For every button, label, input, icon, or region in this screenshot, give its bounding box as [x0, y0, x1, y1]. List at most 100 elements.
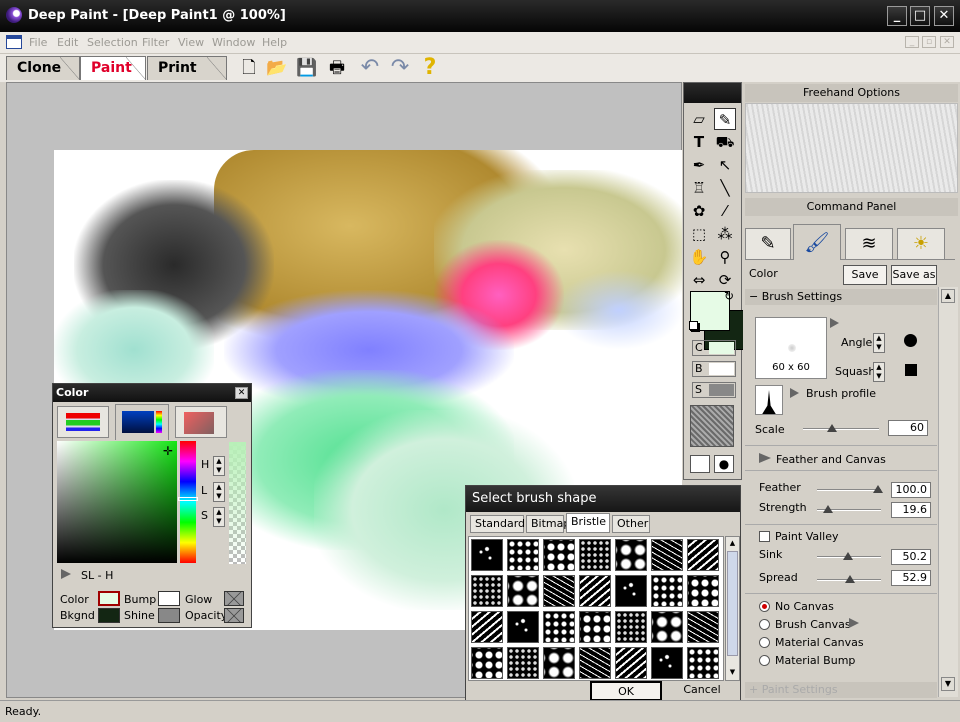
default-colors-icon[interactable] — [689, 321, 698, 330]
stamp-icon[interactable]: ♖ — [688, 177, 710, 199]
marquee-mode-icon[interactable] — [690, 455, 710, 473]
menu-window[interactable]: Window — [212, 36, 255, 49]
line-icon[interactable]: ╲ — [714, 177, 736, 199]
brush-preview-arrow-icon[interactable] — [830, 318, 839, 328]
feather-field[interactable]: 100.0 — [891, 482, 931, 498]
brush-grid-scrollbar[interactable]: ▲ ▼ — [725, 536, 740, 681]
swap-colors-icon[interactable]: ↻ — [724, 289, 734, 303]
material-canvas-radio[interactable] — [759, 637, 770, 648]
open-icon[interactable]: 📂 — [266, 57, 288, 79]
color-window-title[interactable]: Color — [53, 384, 251, 402]
texture-swatch[interactable] — [690, 405, 734, 447]
fill-icon[interactable]: ⛟ — [714, 131, 736, 153]
feather-canvas-arrow-icon[interactable] — [759, 453, 771, 463]
mode-arrow-icon[interactable] — [61, 569, 71, 579]
brush-profile-icon[interactable] — [755, 385, 783, 415]
tab-print[interactable]: Print — [147, 56, 227, 80]
print-icon[interactable]: 🖶 — [326, 57, 348, 79]
brush-shape-thumbnail[interactable] — [507, 611, 539, 643]
opacity-slider[interactable] — [229, 442, 246, 564]
brush-shape-thumbnail[interactable] — [471, 611, 503, 643]
brush-profile-arrow-icon[interactable] — [790, 388, 799, 398]
brush-settings-header[interactable]: − Brush Settings — [745, 289, 937, 305]
brush-shape-thumbnail[interactable] — [543, 611, 575, 643]
tab-standard[interactable]: Standard — [470, 515, 525, 533]
angle-spinner[interactable]: ▲ ▼ — [873, 333, 885, 353]
brush-preview[interactable]: 60 x 60 — [755, 317, 827, 379]
color-field[interactable] — [57, 441, 177, 563]
eyedropper-icon[interactable]: ⁄ — [714, 200, 736, 222]
maximize-button[interactable]: □ — [910, 6, 930, 26]
brush-shape-thumbnail[interactable] — [615, 647, 647, 679]
bump-swatch[interactable] — [158, 591, 180, 606]
move-icon[interactable]: ⇔ — [688, 269, 710, 291]
brush-shape-thumbnail[interactable] — [579, 539, 611, 571]
brush-shape-thumbnail[interactable] — [651, 539, 683, 571]
s-spinner[interactable]: ▲ ▼ — [213, 507, 225, 527]
save-button[interactable]: Save — [843, 265, 887, 285]
tab-bristle[interactable]: Bristle — [566, 513, 610, 533]
brush-shape-thumbnail[interactable] — [615, 611, 647, 643]
shine-swatch-row[interactable]: S — [692, 382, 736, 398]
toolbox-grip[interactable] — [684, 83, 741, 103]
lightbulb-tab-icon[interactable]: ☀ — [897, 228, 945, 260]
paint-settings-header[interactable]: + Paint Settings — [745, 682, 937, 698]
brush-shape-thumbnail[interactable] — [687, 611, 719, 643]
help-icon[interactable]: ? — [419, 57, 441, 79]
menu-selection[interactable]: Selection — [87, 36, 138, 49]
brush-shape-thumbnail[interactable] — [651, 647, 683, 679]
mdi-restore-button[interactable]: ▫ — [922, 36, 936, 48]
menu-view[interactable]: View — [178, 36, 204, 49]
l-spinner[interactable]: ▲ ▼ — [213, 482, 225, 502]
mask-mode-icon[interactable]: ● — [714, 455, 734, 473]
brush-shape-thumbnail[interactable] — [579, 575, 611, 607]
shine-swatch[interactable] — [158, 608, 180, 623]
brush-shape-title[interactable]: Select brush shape — [466, 486, 740, 512]
hand-icon[interactable]: ✋ — [688, 246, 710, 268]
feather-slider-thumb[interactable] — [873, 485, 883, 493]
hsl-tab-icon[interactable] — [115, 404, 169, 440]
spread-field[interactable]: 52.9 — [891, 570, 931, 586]
brush-canvas-arrow-icon[interactable] — [849, 618, 859, 628]
zoom-icon[interactable]: ⚲ — [714, 246, 736, 268]
color-window-close-icon[interactable]: ✕ — [235, 387, 248, 399]
document-icon[interactable] — [6, 35, 22, 49]
h-spinner[interactable]: ▲ ▼ — [213, 456, 225, 476]
text-icon[interactable]: T — [688, 131, 710, 153]
minimize-button[interactable]: _ — [887, 6, 907, 26]
rotate-icon[interactable]: ⟳ — [714, 269, 736, 291]
brush-shape-thumbnail[interactable] — [543, 647, 575, 679]
brush-shape-thumbnail[interactable] — [687, 647, 719, 679]
color-swatch[interactable] — [98, 591, 120, 606]
clone-icon[interactable]: ✿ — [688, 200, 710, 222]
brush-shape-thumbnail[interactable] — [579, 611, 611, 643]
save-as-button[interactable]: Save as — [891, 265, 937, 285]
opacity-swatch[interactable] — [224, 608, 244, 623]
cancel-button[interactable]: Cancel — [666, 681, 738, 701]
menu-file[interactable]: File — [29, 36, 47, 49]
strength-field[interactable]: 19.6 — [891, 502, 931, 518]
brush-shape-thumbnail[interactable] — [471, 575, 503, 607]
feather-and-canvas-label[interactable]: Feather and Canvas — [776, 453, 886, 466]
sink-slider-thumb[interactable] — [843, 552, 853, 560]
brush-shape-thumbnail[interactable] — [615, 575, 647, 607]
scale-slider[interactable] — [803, 428, 879, 430]
brush-shape-thumbnail[interactable] — [507, 647, 539, 679]
eraser-icon[interactable]: ▱ — [688, 108, 710, 130]
no-canvas-radio[interactable] — [759, 601, 770, 612]
squash-spinner[interactable]: ▲ ▼ — [873, 362, 885, 382]
hue-slider[interactable] — [178, 441, 198, 563]
squash-square-icon[interactable] — [905, 364, 917, 376]
brush-shape-thumbnail[interactable] — [687, 575, 719, 607]
marquee-icon[interactable]: ⬚ — [688, 223, 710, 245]
menu-edit[interactable]: Edit — [57, 36, 78, 49]
menu-filter[interactable]: Filter — [142, 36, 169, 49]
strength-slider-thumb[interactable] — [823, 505, 833, 513]
angle-circle-icon[interactable] — [904, 334, 917, 347]
bump-swatch-row[interactable]: B — [692, 361, 736, 377]
select-arrow-icon[interactable]: ↖ — [714, 154, 736, 176]
mdi-close-button[interactable]: ✕ — [940, 36, 954, 48]
paint-valley-checkbox[interactable] — [759, 531, 770, 542]
new-icon[interactable]: 🗋 — [238, 57, 260, 79]
brush-shape-thumbnail[interactable] — [543, 539, 575, 571]
